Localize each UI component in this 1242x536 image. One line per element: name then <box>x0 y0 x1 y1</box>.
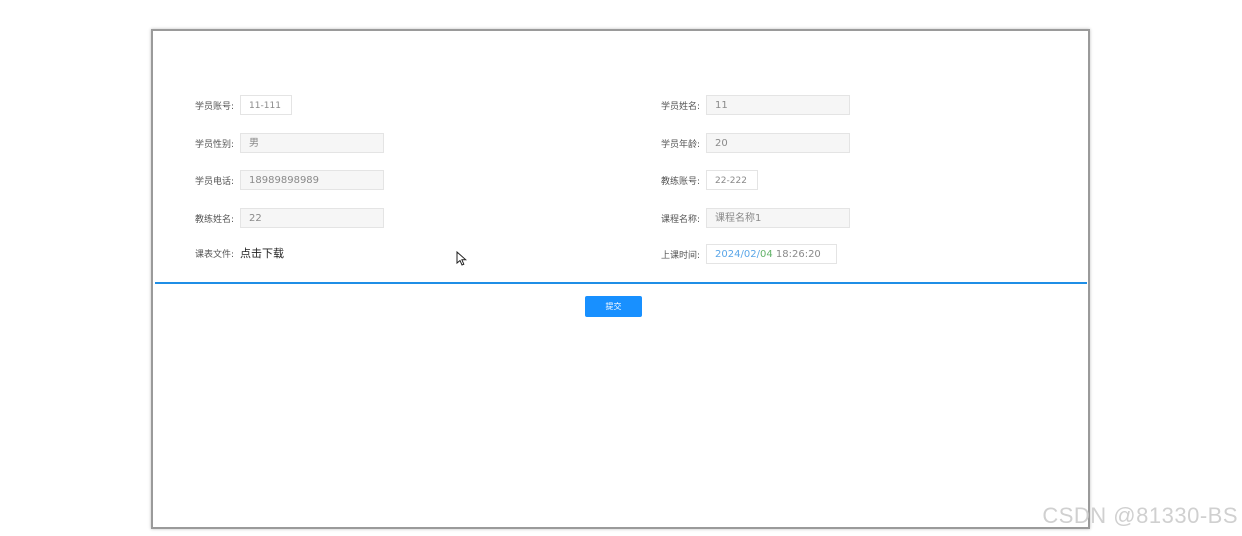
student-gender-field[interactable]: 男 <box>240 133 385 153</box>
download-link[interactable]: 点击下载 <box>240 245 284 261</box>
course-name-field[interactable]: 课程名称1 <box>706 208 851 228</box>
student-name-label: 学员姓名: <box>661 101 701 112</box>
student-age-field[interactable]: 20 <box>706 133 851 153</box>
coach-account-row: 教练账号: 22-222 <box>661 169 759 191</box>
coach-name-field[interactable]: 22 <box>240 208 385 228</box>
student-name-row: 学员姓名: 11 <box>661 94 851 116</box>
student-phone-row: 学员电话: 18989898989 <box>195 169 385 191</box>
course-name-label: 课程名称: <box>661 214 701 225</box>
student-gender-label: 学员性别: <box>195 139 235 150</box>
coach-name-label: 教练姓名: <box>195 214 235 225</box>
watermark: CSDN @81330-BS <box>1042 503 1238 528</box>
student-age-row: 学员年龄: 20 <box>661 132 851 154</box>
class-time-date-part1: 2024/02/ <box>715 249 760 260</box>
class-time-label: 上课时间: <box>661 250 701 261</box>
student-account-label: 学员账号: <box>195 101 235 112</box>
student-phone-label: 学员电话: <box>195 176 235 187</box>
coach-name-row: 教练姓名: 22 <box>195 207 385 229</box>
mouse-pointer-icon <box>456 250 468 270</box>
class-time-time-part: 18:26:20 <box>772 249 821 260</box>
coach-account-field[interactable]: 22-222 <box>706 170 759 190</box>
class-time-date-part2: 04 <box>759 249 773 260</box>
student-phone-field[interactable]: 18989898989 <box>240 170 385 190</box>
student-age-label: 学员年龄: <box>661 139 701 150</box>
student-name-field[interactable]: 11 <box>706 95 851 115</box>
student-account-row: 学员账号: 11-111 <box>195 94 293 116</box>
schedule-file-label: 课表文件: <box>195 249 235 260</box>
form-divider <box>155 282 1087 284</box>
student-gender-row: 学员性别: 男 <box>195 132 385 154</box>
schedule-file-row: 课表文件: 点击下载 <box>195 242 284 264</box>
submit-button[interactable]: 提交 <box>585 296 642 317</box>
class-time-row: 上课时间: 2024/02/04 18:26:20 <box>661 243 838 265</box>
coach-account-label: 教练账号: <box>661 176 701 187</box>
class-time-field[interactable]: 2024/02/04 18:26:20 <box>706 244 838 264</box>
course-name-row: 课程名称: 课程名称1 <box>661 207 851 229</box>
student-account-field[interactable]: 11-111 <box>240 95 293 115</box>
